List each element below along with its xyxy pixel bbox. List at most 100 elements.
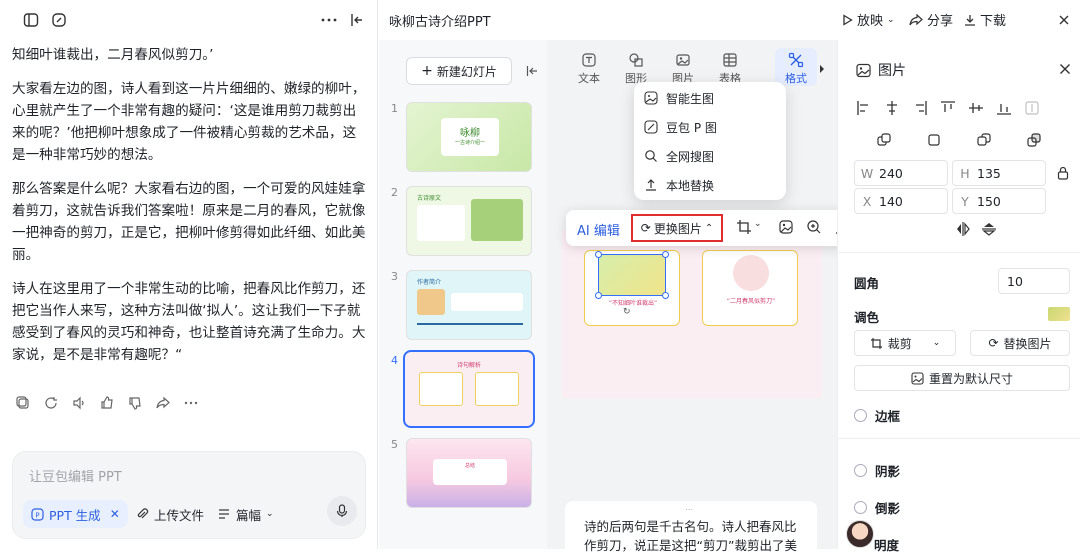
summary-card: 总结 [433,459,507,485]
align-right-icon[interactable] [912,100,930,118]
more-actions-icon[interactable] [182,394,200,412]
x-field[interactable]: X 140 [854,188,948,214]
slide-number: 4 [391,354,398,367]
reflection-checkbox[interactable] [854,501,867,514]
lock-icon[interactable] [1054,164,1072,182]
radius-field[interactable]: 10 [998,268,1070,294]
resize-handle[interactable] [662,251,669,258]
tab-shape[interactable]: 图形 [619,52,653,86]
chat-input[interactable]: 让豆包编辑 PPT [29,466,122,485]
thumbs-down-icon[interactable] [126,394,144,412]
author-portrait [417,289,445,315]
border-option[interactable]: 边框 [854,406,900,425]
field-label: W [860,165,874,181]
align-left-icon[interactable] [856,100,874,118]
tab-image[interactable]: 图片 [666,52,700,86]
notes-text[interactable]: 诗的后两句是千古名句。诗人把春风比作剪刀，说正是这把“剪刀”裁剪出了美 [584,517,806,555]
close-icon[interactable]: ✕ [110,507,120,521]
length-dropdown[interactable]: 篇幅 ⌄ [217,500,274,528]
ppt-generate-chip[interactable]: P PPT 生成 ✕ [23,500,128,528]
more-icon[interactable] [320,11,338,29]
message-paragraph: 诗人在这里用了一个非常生动的比喻，把春风比作剪刀，还把它当作人来写，这种方法叫做… [12,281,366,363]
chevron-down-icon: ⌄ [932,338,941,348]
flip-horizontal-icon[interactable] [954,220,972,238]
copy-icon[interactable] [14,394,32,412]
microphone-button[interactable] [327,496,357,526]
zoom-in-icon[interactable] [806,219,824,237]
distribute-icon [1024,100,1042,118]
image-adjust-icon[interactable] [778,219,796,237]
bring-to-front-icon[interactable] [926,132,944,150]
sidebar-toggle-icon[interactable] [22,11,40,29]
align-top-icon[interactable] [940,100,958,118]
new-slide-button[interactable]: + 新建幻灯片 [406,57,512,85]
play-button[interactable]: 放映 ⌄ [841,10,895,29]
share-button[interactable]: 分享 [909,10,953,29]
slide-thumbnail-1[interactable]: 咏柳 一古诗介绍一 [406,102,532,172]
avatar[interactable] [846,520,874,548]
replace-label: 替换图片 [1003,336,1052,351]
message-paragraph: 那么答案是什么呢？大家看右边的图，一个可爱的风娃娃拿着剪刀，这就告诉我们答案啦！… [12,181,366,263]
collapse-panel-icon[interactable] [348,11,366,29]
align-center-icon[interactable] [884,100,902,118]
slide-thumbnail-4[interactable]: 诗句解析 [403,350,535,428]
border-checkbox[interactable] [854,409,867,422]
collapse-thumbnails-icon[interactable] [523,62,541,80]
menu-item-local-replace[interactable]: 本地替换 [644,173,714,197]
send-backward-icon[interactable] [976,132,994,150]
speaker-icon[interactable] [70,394,88,412]
crop-icon[interactable] [736,219,754,237]
close-icon[interactable] [1055,11,1073,29]
reflection-label: 倒影 [875,501,901,516]
menu-label: 智能生图 [666,91,715,106]
width-field[interactable]: W 240 [854,160,948,186]
color-swatch[interactable] [1048,307,1070,321]
flip-vertical-icon[interactable] [980,220,998,238]
send-to-back-icon[interactable] [1026,132,1044,150]
shape-icon [629,53,643,67]
replace-image-button[interactable]: ⟳ 替换图片 [970,330,1070,356]
new-chat-icon[interactable] [50,11,68,29]
close-icon[interactable] [1056,60,1074,78]
align-middle-icon[interactable] [968,100,986,118]
scroll-right-icon[interactable] [817,60,827,78]
reflection-option[interactable]: 倒影 [854,498,900,517]
drag-handle-icon[interactable]: ⋯ [685,505,693,514]
slide-thumbnail-3[interactable]: 作者简介 [406,270,532,340]
shadow-checkbox[interactable] [854,464,867,477]
chevron-down-icon[interactable]: ⌄ [754,219,764,237]
poem-card [417,205,465,241]
replace-image-button[interactable]: ⟳ 更换图片 ⌃ [631,214,723,242]
tab-format[interactable]: 格式 [775,48,817,86]
tab-text[interactable]: 文本 [572,52,606,86]
ai-edit-button[interactable]: AI 编辑 [577,220,620,239]
shadow-option[interactable]: 阴影 [854,461,900,480]
height-field[interactable]: H 135 [952,160,1046,186]
field-value: 135 [977,165,1001,181]
doc-title[interactable]: 咏柳古诗介绍PPT [389,11,491,30]
share-icon[interactable] [154,394,172,412]
selected-image[interactable] [595,251,669,299]
reset-label: 重置为默认尺寸 [928,371,1013,386]
menu-item-web-search[interactable]: 全网搜图 [644,144,714,168]
svg-text:P: P [35,511,39,519]
thumbs-up-icon[interactable] [98,394,116,412]
bring-forward-icon[interactable] [876,132,894,150]
menu-item-ai-image[interactable]: 智能生图 [644,86,714,110]
align-bottom-icon[interactable] [996,100,1014,118]
slide-thumbnail-5[interactable]: 总结 [406,438,532,508]
tab-table[interactable]: 表格 [713,52,747,86]
resize-handle[interactable] [595,251,602,258]
rotate-icon[interactable]: ↻ [623,307,631,317]
regenerate-icon[interactable] [42,394,60,412]
menu-item-doubao-edit[interactable]: 豆包 P 图 [644,115,717,139]
download-button[interactable]: 下载 [964,10,1006,29]
slide-thumbnails: + 新建幻灯片 1 咏柳 一古诗介绍一 2 古诗原文 3 作者简介 4 诗句解析… [379,40,547,549]
refresh-icon: ⟳ [988,336,999,350]
color-adjust-label: 调色 [854,310,880,325]
crop-button[interactable]: 裁剪 ⌄ [854,330,956,356]
reset-size-button[interactable]: 重置为默认尺寸 [854,365,1070,391]
upload-file-button[interactable]: 上传文件 [135,500,204,528]
y-field[interactable]: Y 150 [952,188,1046,214]
slide-thumbnail-2[interactable]: 古诗原文 [406,186,532,256]
